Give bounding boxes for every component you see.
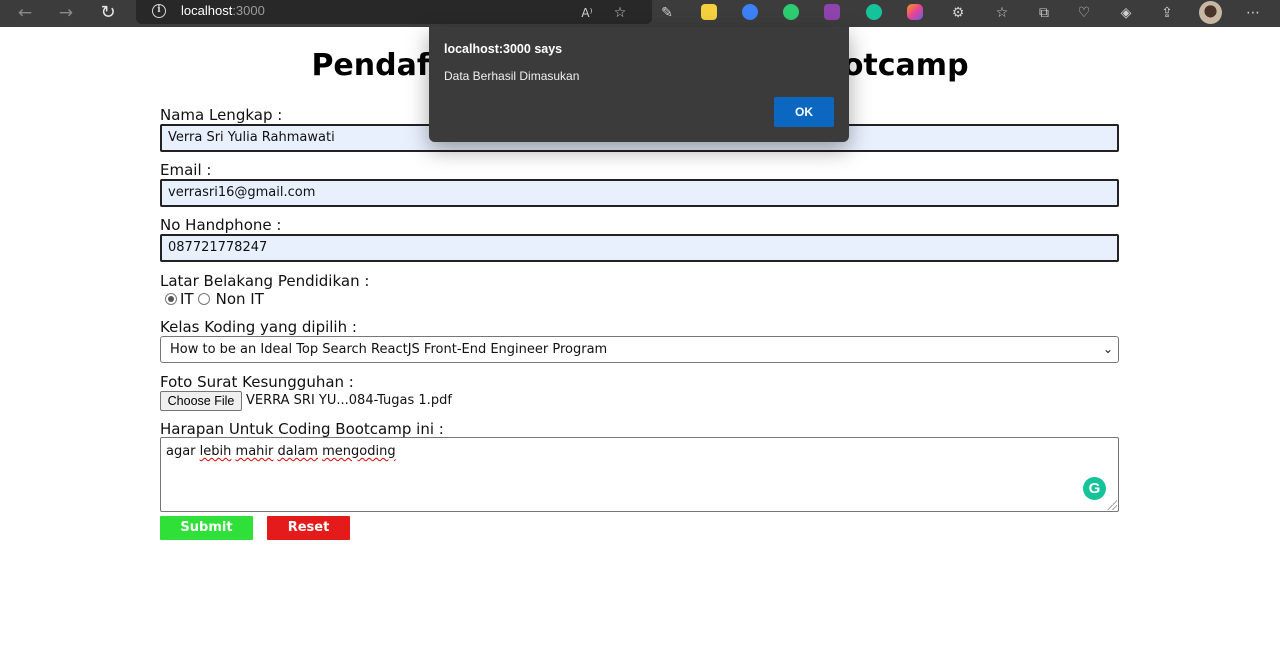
extensions-icon[interactable]: ⚙: [948, 3, 968, 23]
submit-button[interactable]: Submit: [160, 516, 253, 540]
reset-button[interactable]: Reset: [267, 516, 350, 540]
collections-icon[interactable]: ⧉: [1034, 3, 1054, 23]
add-favorite-icon[interactable]: ☆: [610, 3, 630, 23]
hp-input[interactable]: 087721778247: [160, 234, 1119, 262]
dialog-message: Data Berhasil Dimasukan: [444, 69, 580, 83]
performance-icon[interactable]: ◈: [1116, 3, 1136, 23]
resize-handle[interactable]: [1107, 500, 1117, 510]
forward-button[interactable]: →: [54, 2, 78, 24]
dialog-title: localhost:3000 says: [444, 42, 563, 56]
latar-radio-group: IT Non IT: [165, 290, 264, 308]
profile-avatar[interactable]: [1199, 1, 1222, 24]
harapan-textarea[interactable]: agar lebih mahir dalam mengoding: [160, 437, 1119, 512]
back-button[interactable]: ←: [13, 2, 37, 24]
grammarly-icon[interactable]: G: [1083, 477, 1106, 500]
foto-label: Foto Surat Kesungguhan :: [160, 373, 354, 391]
url-port: :3000: [232, 3, 265, 18]
address-bar[interactable]: i localhost:3000: [136, 0, 652, 24]
read-aloud-icon[interactable]: A⁾: [577, 3, 597, 23]
browser-toolbar: ← → ↻ i localhost:3000 A⁾ ☆ ✎ ⚙ ☆ ⧉ ♡ ◈ …: [0, 0, 1280, 27]
harapan-word: agar: [166, 444, 196, 459]
radio-it[interactable]: [165, 293, 177, 305]
reload-button[interactable]: ↻: [96, 2, 120, 24]
harapan-word-misspelled: lebih: [199, 444, 232, 459]
browser-essentials-icon[interactable]: ♡: [1074, 3, 1094, 23]
info-icon[interactable]: i: [152, 4, 166, 18]
green-eye-extension-icon[interactable]: [783, 4, 799, 20]
harapan-word-misspelled: mahir: [235, 444, 274, 459]
purple-extension-icon[interactable]: [824, 4, 840, 20]
email-input[interactable]: verrasri16@gmail.com: [160, 179, 1119, 207]
color-extension-icon[interactable]: [907, 4, 923, 20]
kelas-select[interactable]: How to be an Ideal Top Search ReactJS Fr…: [160, 336, 1119, 363]
kelas-selected-value: How to be an Ideal Top Search ReactJS Fr…: [170, 342, 608, 357]
more-icon[interactable]: ⋯: [1243, 3, 1263, 23]
pen-extension-icon[interactable]: ✎: [657, 3, 677, 23]
harapan-word-misspelled: mengoding: [322, 444, 396, 459]
file-name-text: VERRA SRI YU...084-Tugas 1.pdf: [246, 393, 452, 408]
chevron-down-icon: ⌄: [1102, 342, 1113, 356]
url-host: localhost: [181, 3, 233, 18]
blue-extension-icon[interactable]: [742, 4, 758, 20]
alert-dialog: localhost:3000 says Data Berhasil Dimasu…: [429, 27, 849, 142]
radio-non-it-label[interactable]: Non IT: [216, 290, 264, 308]
favorites-icon[interactable]: ☆: [992, 3, 1012, 23]
note-extension-icon[interactable]: [701, 4, 717, 20]
share-icon[interactable]: ⇪: [1157, 3, 1177, 23]
url-text[interactable]: localhost:3000: [181, 3, 265, 18]
choose-file-button[interactable]: Choose File: [160, 391, 242, 411]
hp-label: No Handphone :: [160, 216, 282, 234]
harapan-label: Harapan Untuk Coding Bootcamp ini :: [160, 420, 444, 438]
grammarly-extension-icon[interactable]: [866, 4, 882, 20]
latar-label: Latar Belakang Pendidikan :: [160, 272, 370, 290]
nama-label: Nama Lengkap :: [160, 106, 283, 124]
radio-it-label[interactable]: IT: [180, 290, 194, 308]
email-label: Email :: [160, 161, 212, 179]
ok-button[interactable]: OK: [774, 97, 834, 127]
harapan-word-misspelled: dalam: [277, 444, 318, 459]
kelas-label: Kelas Koding yang dipilih :: [160, 318, 357, 336]
radio-non-it[interactable]: [197, 293, 210, 305]
